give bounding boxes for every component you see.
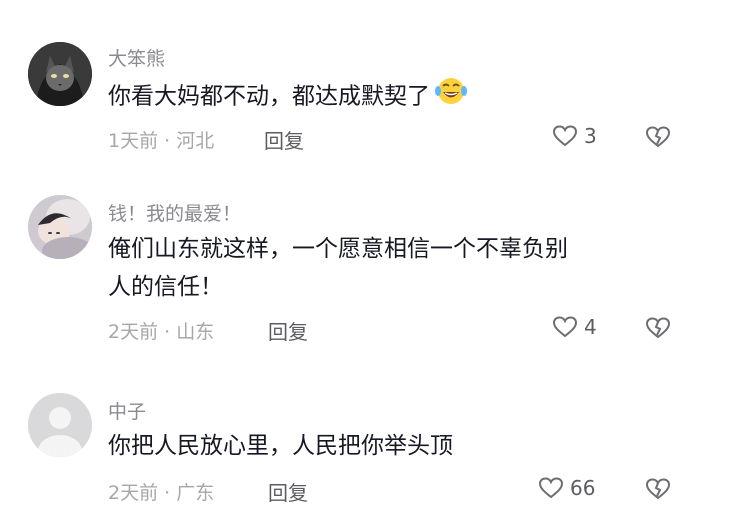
comment-time-location: 2天前 · 广东 (108, 482, 215, 504)
comment-username[interactable]: 中子 (108, 397, 146, 424)
like-button[interactable]: 66 (538, 476, 595, 500)
comment-time-location: 2天前 · 山东 (108, 321, 215, 343)
reply-button[interactable]: 回复 (264, 125, 304, 154)
comment-item: 大笨熊 你看大妈都不动，都达成默契了 1天前 · 河北 回复 3 (0, 0, 747, 175)
like-button[interactable]: 4 (552, 315, 597, 339)
comment-item: 中子 你把人民放心里，人民把你举头顶 2天前 · 广东 回复 66 (0, 365, 747, 530)
comment-time-location: 1天前 · 河北 (108, 130, 215, 152)
girl-photo-avatar-icon (28, 195, 92, 259)
dislike-button[interactable] (645, 125, 671, 153)
heart-icon (538, 477, 564, 499)
comment-text-content: 你看大妈都不动，都达成默契了 (108, 83, 430, 110)
like-count: 66 (570, 476, 596, 500)
avatar[interactable] (28, 42, 92, 106)
comment-text: 俺们山东就这样，一个愿意相信一个不辜负别 人的信任！ (108, 230, 708, 306)
broken-heart-icon (645, 317, 671, 339)
reply-button[interactable]: 回复 (268, 316, 308, 345)
cat-hoodie-avatar-icon (28, 42, 92, 106)
broken-heart-icon (645, 126, 671, 148)
like-count: 3 (584, 124, 597, 148)
comment-text-line: 俺们山东就这样，一个愿意相信一个不辜负别 (108, 236, 568, 262)
heart-icon (552, 125, 578, 147)
comment-text: 你把人民放心里，人民把你举头顶 (108, 427, 708, 465)
comment-username[interactable]: 大笨熊 (108, 44, 165, 71)
comment-item: 钱！我的最爱！ 俺们山东就这样，一个愿意相信一个不辜负别 人的信任！ 2天前 ·… (0, 175, 747, 365)
avatar[interactable] (28, 195, 92, 259)
laughing-crying-emoji-icon (434, 76, 468, 118)
heart-icon (552, 316, 578, 338)
comment-text: 你看大妈都不动，都达成默契了 (108, 76, 708, 118)
dislike-button[interactable] (645, 316, 671, 344)
avatar[interactable] (28, 393, 92, 457)
like-count: 4 (584, 315, 597, 339)
comment-text-content: 你把人民放心里，人民把你举头顶 (108, 433, 453, 459)
comment-username[interactable]: 钱！我的最爱！ (108, 199, 241, 226)
default-avatar-icon (28, 393, 92, 457)
dislike-button[interactable] (645, 477, 671, 505)
broken-heart-icon (645, 478, 671, 500)
comment-text-line: 人的信任！ (108, 274, 223, 300)
like-button[interactable]: 3 (552, 124, 597, 148)
reply-button[interactable]: 回复 (268, 477, 308, 506)
